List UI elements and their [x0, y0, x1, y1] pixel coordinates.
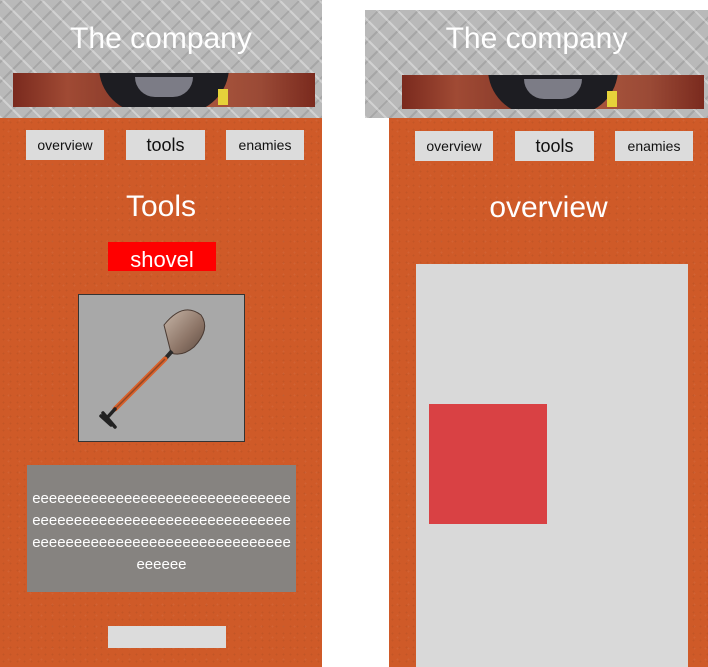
- tool-name-label: shovel: [108, 242, 216, 271]
- tools-screen: The company overview tools enamies Tools…: [0, 0, 322, 667]
- tool-image-frame: [78, 294, 245, 442]
- header-title: The company: [70, 22, 252, 55]
- nav-enamies-button[interactable]: enamies: [226, 130, 304, 160]
- overview-content-panel: [416, 264, 688, 667]
- nav-tools-button[interactable]: tools: [515, 131, 594, 161]
- bottom-button[interactable]: [108, 626, 226, 648]
- nav-tools-button[interactable]: tools: [126, 130, 205, 160]
- nav-overview-button[interactable]: overview: [415, 131, 493, 161]
- nav-overview-button[interactable]: overview: [26, 130, 104, 160]
- page-title: Tools: [125, 190, 197, 223]
- header: The company: [365, 10, 708, 118]
- overview-image-placeholder: [429, 404, 547, 524]
- header-banner-image: [13, 73, 315, 107]
- top-gap: [389, 0, 708, 10]
- page-title: overview: [489, 191, 608, 224]
- header: The company: [0, 0, 322, 118]
- tool-description: eeeeeeeeeeeeeeeeeeeeeeeeeeeeeeeeeeeeeeee…: [27, 465, 296, 592]
- header-banner-image: [402, 75, 704, 109]
- nav-enamies-button[interactable]: enamies: [615, 131, 693, 161]
- header-title: The company: [445, 22, 628, 55]
- shovel-icon: [99, 309, 206, 429]
